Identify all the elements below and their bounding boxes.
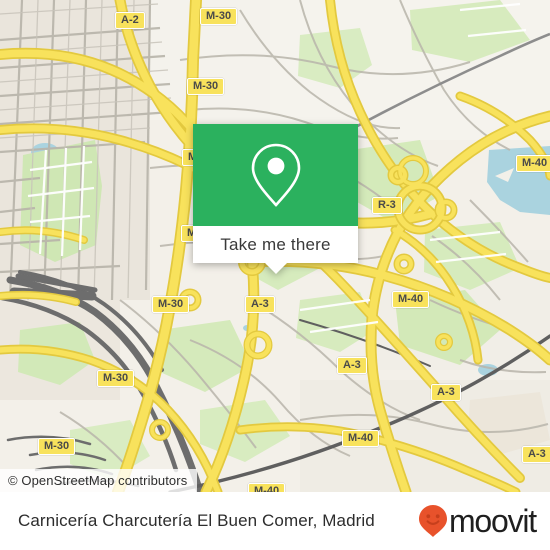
highway-shield-m-30: M-30 — [200, 8, 238, 25]
callout-tail — [264, 263, 287, 274]
moovit-logo[interactable]: moovit — [418, 503, 537, 539]
callout-label: Take me there — [220, 234, 331, 254]
highway-shield-m-30: M-30 — [38, 438, 76, 455]
osm-attribution[interactable]: © OpenStreetMap contributors — [0, 469, 198, 492]
highway-shield-a-3: A-3 — [245, 296, 275, 313]
callout-label-area[interactable]: Take me there — [193, 226, 358, 274]
moovit-place-map-screenshot: A-2 M-30 M-30 M-30 M-30 M-40 R-3 M-30 A-3 M-40 A-3… — [0, 0, 550, 550]
place-title: Carnicería Charcutería El Buen Comer, Ma… — [18, 511, 375, 530]
highway-shield-a-2: A-2 — [115, 12, 145, 29]
take-me-there-callout[interactable]: Take me there — [193, 124, 358, 274]
map-pin-icon — [251, 143, 300, 207]
highway-shield-a-3: A-3 — [337, 357, 367, 374]
highway-shield-r-3: R-3 — [372, 197, 402, 214]
highway-shield-m-30: M-30 — [152, 296, 190, 313]
highway-shield-m-40: M-40 — [342, 430, 380, 447]
highway-shield-a-3: A-3 — [431, 384, 461, 401]
highway-shield-m-30: M-30 — [187, 78, 225, 95]
highway-shield-m-40: M-40 — [516, 155, 550, 172]
moovit-smiling-pin-icon — [418, 505, 447, 537]
callout-marker-area — [193, 124, 358, 226]
highway-shield-m-40: M-40 — [392, 291, 430, 308]
footer-bar: Carnicería Charcutería El Buen Comer, Ma… — [0, 492, 550, 550]
highway-shield-m-40: M-40 — [248, 483, 286, 492]
moovit-wordmark: moovit — [448, 503, 537, 539]
highway-shield-a-3: A-3 — [522, 446, 550, 463]
highway-shield-m-30: M-30 — [97, 370, 135, 387]
